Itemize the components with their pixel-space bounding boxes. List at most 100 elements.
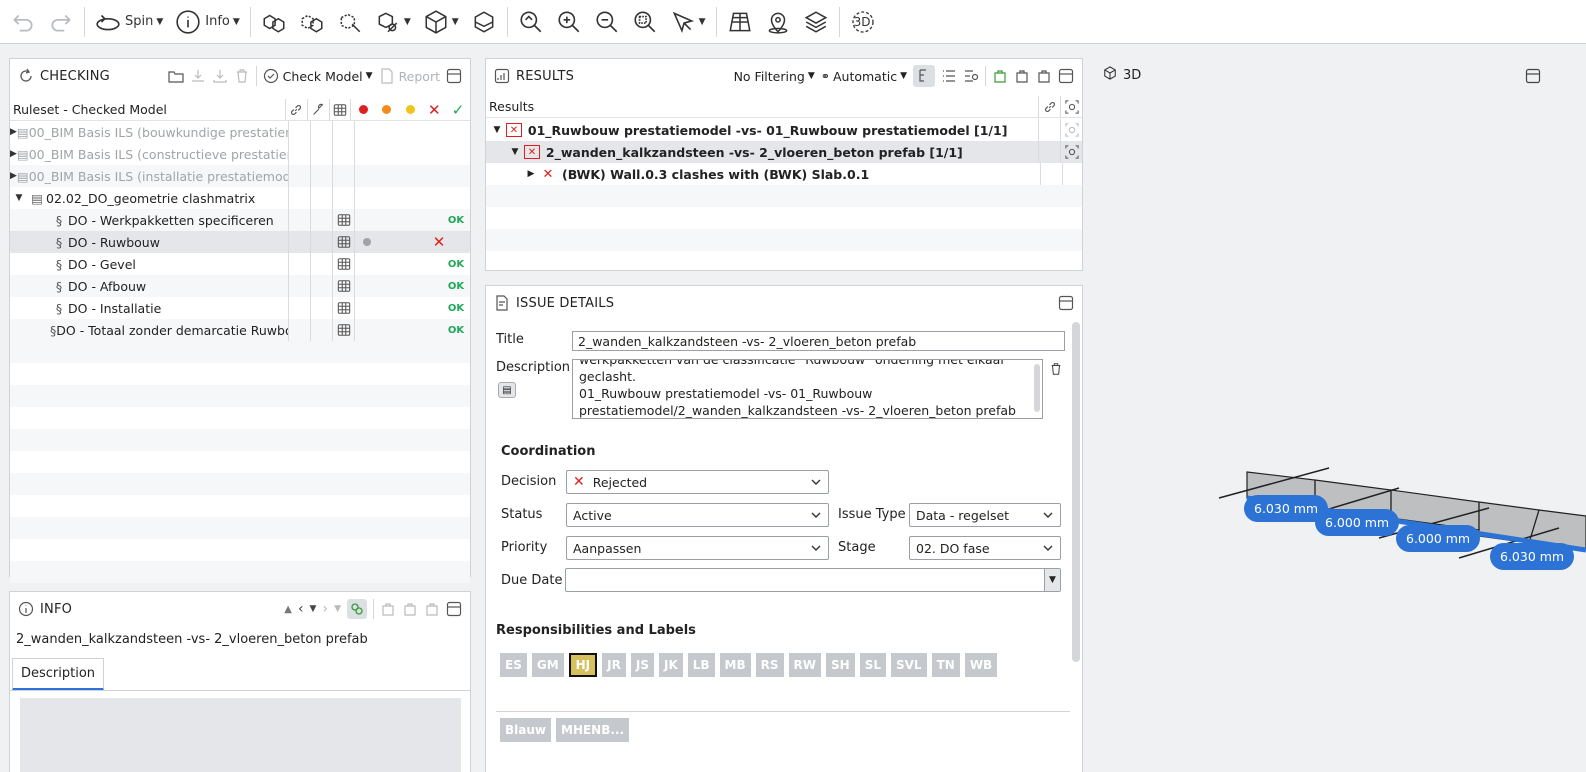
responsibility-badge[interactable]: TN bbox=[931, 653, 960, 677]
responsibility-badge[interactable]: JK bbox=[658, 653, 683, 677]
zoom-in-button[interactable] bbox=[550, 4, 588, 40]
table-icon[interactable] bbox=[333, 235, 354, 249]
chevron-right-icon[interactable]: ▶ bbox=[10, 149, 17, 159]
mode-dropdown[interactable]: ⚭ Automatic ▼ bbox=[821, 69, 907, 84]
responsibility-badge[interactable]: JS bbox=[630, 653, 654, 677]
tree-row-ruleset[interactable]: ▶ ▤ 00_BIM Basis ILS (bouwkundige presta… bbox=[10, 121, 470, 143]
due-date-input[interactable]: ▼ bbox=[565, 568, 1061, 592]
folder-icon[interactable] bbox=[168, 68, 184, 84]
3d-settings-button[interactable]: 3D bbox=[844, 4, 882, 40]
focus-icon[interactable] bbox=[1061, 123, 1082, 137]
decision-select[interactable]: ✕ Rejected bbox=[566, 470, 829, 494]
responsibility-badge[interactable]: LB bbox=[687, 653, 715, 677]
location-button[interactable] bbox=[759, 4, 797, 40]
responsibility-badge-active[interactable]: HJ bbox=[568, 653, 598, 677]
tree-row-ruleset[interactable]: ▶ ▤ 00_BIM Basis ILS (constructieve pres… bbox=[10, 143, 470, 165]
zoom-out-button[interactable] bbox=[588, 4, 626, 40]
panel-layout-icon[interactable] bbox=[446, 68, 462, 84]
chevron-left-icon[interactable]: ‹ bbox=[298, 601, 304, 617]
pointer-mode-button[interactable]: ▼ bbox=[664, 4, 712, 40]
vertical-scrollbar[interactable] bbox=[1072, 322, 1080, 662]
result-row-subgroup[interactable]: ▼ ✕ 2_wanden_kalkzandsteen -vs- 2_vloere… bbox=[486, 141, 1082, 163]
tab-description[interactable]: Description bbox=[12, 658, 104, 691]
responsibility-badge[interactable]: JR bbox=[602, 653, 626, 677]
tree-row-rule[interactable]: § DO - Gevel OK bbox=[10, 253, 470, 275]
bag-icon[interactable] bbox=[380, 601, 396, 617]
label-badge[interactable]: Blauw bbox=[500, 718, 551, 742]
sort-updown-icon[interactable]: ▲ bbox=[284, 604, 292, 615]
priority-select[interactable]: Aanpassen bbox=[566, 536, 829, 560]
responsibility-badge[interactable]: MB bbox=[719, 653, 751, 677]
bag-icon[interactable] bbox=[1014, 68, 1030, 84]
undo-button[interactable] bbox=[4, 4, 42, 40]
title-input[interactable]: 2_wanden_kalkzandsteen -vs- 2_vloeren_be… bbox=[572, 331, 1065, 351]
panel-layout-icon[interactable] bbox=[1058, 295, 1074, 311]
layers-button[interactable] bbox=[797, 4, 835, 40]
responsibility-badge[interactable]: SH bbox=[826, 653, 855, 677]
check-model-button[interactable]: Check Model ▼ bbox=[283, 69, 373, 84]
trash-icon[interactable] bbox=[1049, 361, 1063, 377]
status-select[interactable]: Active bbox=[566, 503, 829, 527]
tree-row-ruleset[interactable]: ▶ ▤ 00_BIM Basis ILS (installatie presta… bbox=[10, 165, 470, 187]
chevron-right-icon[interactable]: ▶ bbox=[10, 171, 17, 181]
comment-icon[interactable]: ▤ bbox=[498, 382, 516, 398]
responsibility-badge[interactable]: GM bbox=[531, 653, 564, 677]
responsibility-badge[interactable]: ES bbox=[500, 653, 527, 677]
label-badge[interactable]: MHENB... bbox=[556, 718, 630, 742]
panel-layout-icon[interactable] bbox=[1058, 68, 1074, 84]
zoom-selected-button[interactable] bbox=[626, 4, 664, 40]
responsibility-badge[interactable]: RW bbox=[788, 653, 822, 677]
result-row-issue[interactable]: ▶ ✕ (BWK) Wall.0.3 clashes with (BWK) Sl… bbox=[486, 163, 1082, 185]
chevron-right-icon[interactable]: ▶ bbox=[10, 127, 17, 137]
table-icon[interactable] bbox=[333, 257, 354, 271]
view-cube-button[interactable]: ▼ bbox=[417, 4, 465, 40]
responsibility-badge[interactable]: SL bbox=[859, 653, 886, 677]
chevron-down-icon[interactable]: ▼ bbox=[334, 604, 341, 614]
redo-button[interactable] bbox=[42, 4, 80, 40]
calendar-dropdown-icon[interactable]: ▼ bbox=[1044, 569, 1060, 591]
table-icon[interactable] bbox=[333, 279, 354, 293]
isolate-button[interactable] bbox=[293, 4, 331, 40]
measurement-label[interactable]: 6.000 mm bbox=[1315, 509, 1400, 536]
select-objects-button[interactable] bbox=[255, 4, 293, 40]
chevron-right-icon[interactable]: ▶ bbox=[522, 169, 540, 179]
download-all-icon[interactable] bbox=[212, 68, 228, 84]
tree-view-icon[interactable] bbox=[913, 65, 935, 87]
bag-icon[interactable] bbox=[424, 601, 440, 617]
tree-row-ruleset[interactable]: ▼ ▤ 02.02_DO_geometrie clashmatrix bbox=[10, 187, 470, 209]
chevron-down-icon[interactable]: ▼ bbox=[310, 604, 317, 614]
table-icon[interactable] bbox=[333, 323, 354, 337]
hide-button[interactable] bbox=[331, 4, 369, 40]
download-icon[interactable] bbox=[190, 68, 206, 84]
tree-row-rule[interactable]: § DO - Werkpakketten specificeren OK bbox=[10, 209, 470, 231]
filter-dropdown[interactable]: No Filtering ▼ bbox=[734, 69, 815, 84]
responsibility-badge[interactable]: SVL bbox=[891, 653, 927, 677]
focus-icon[interactable] bbox=[1061, 145, 1082, 159]
responsibility-badge[interactable]: WB bbox=[964, 653, 998, 677]
stage-select[interactable]: 02. DO fase bbox=[909, 536, 1061, 560]
zoom-extents-button[interactable] bbox=[512, 4, 550, 40]
tree-row-rule[interactable]: § DO - Totaal zonder demarcatie Ruwbou O… bbox=[10, 319, 470, 341]
link-selection-icon[interactable] bbox=[347, 599, 367, 619]
panel-layout-icon[interactable] bbox=[446, 601, 462, 617]
chevron-right-icon[interactable]: › bbox=[322, 601, 328, 617]
list-view-icon[interactable] bbox=[941, 68, 957, 84]
measurement-label[interactable]: 6.000 mm bbox=[1396, 525, 1481, 552]
textarea-scrollbar[interactable] bbox=[1034, 364, 1040, 412]
chevron-down-icon[interactable]: ▼ bbox=[488, 125, 506, 135]
3d-model-render[interactable] bbox=[1089, 58, 1586, 772]
visibility-button[interactable]: ▼ bbox=[369, 4, 417, 40]
3d-view-panel[interactable]: 3D 6.030 mm 6.000 mm 6.000 mm 6.030 mm bbox=[1089, 58, 1586, 772]
chevron-down-icon[interactable]: ▼ bbox=[10, 193, 28, 203]
measurement-label[interactable]: 6.030 mm bbox=[1490, 543, 1575, 570]
bag-icon[interactable] bbox=[1036, 68, 1052, 84]
table-icon[interactable] bbox=[333, 301, 354, 315]
tree-row-rule[interactable]: § DO - Ruwbouw ✕ bbox=[10, 231, 470, 253]
bag-icon[interactable] bbox=[402, 601, 418, 617]
table-icon[interactable] bbox=[333, 213, 354, 227]
result-row-group[interactable]: ▼ ✕ 01_Ruwbouw prestatiemodel -vs- 01_Ru… bbox=[486, 119, 1082, 141]
responsibility-badge[interactable]: RS bbox=[755, 653, 784, 677]
info-button[interactable]: Info ▼ bbox=[169, 4, 246, 40]
chevron-down-icon[interactable]: ▼ bbox=[506, 147, 524, 157]
description-textarea[interactable]: werkpakketten van de classificatie "Ruwb… bbox=[572, 359, 1043, 419]
